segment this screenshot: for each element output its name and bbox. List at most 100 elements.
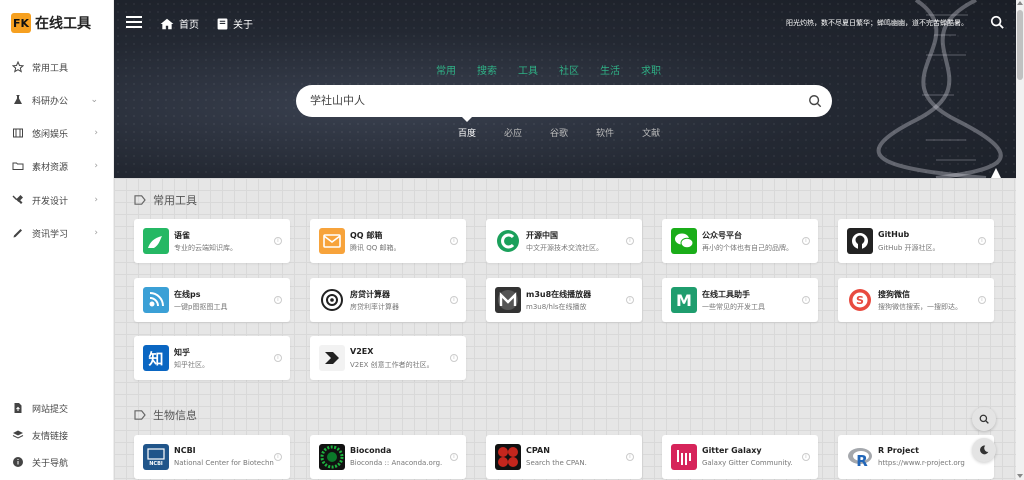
tool-card-online-ps[interactable]: 在线ps 一键p图抠图工具 i bbox=[134, 278, 290, 322]
sidebar-item-label: 素材资源 bbox=[32, 162, 69, 173]
tool-card-github[interactable]: GitHub GitHub 开源社区。 i bbox=[838, 219, 994, 263]
sidebar-item-dev-design[interactable]: 开发设计 › bbox=[0, 188, 114, 212]
card-desc: 一键p图抠图工具 bbox=[174, 303, 228, 311]
section-title-common-tools: 常用工具 bbox=[134, 192, 197, 208]
tool-card-r-project[interactable]: R R Project https://www.r-project.org i bbox=[838, 435, 994, 479]
info-icon[interactable]: i bbox=[450, 237, 458, 245]
tool-card-gitter-galaxy[interactable]: Gitter Galaxy Galaxy Gitter Community. i bbox=[662, 435, 818, 479]
card-title: 在线ps bbox=[174, 290, 201, 299]
tool-card-ncbi[interactable]: NCBI NCBI National Center for Biotechnol… bbox=[134, 435, 290, 479]
folder-icon bbox=[11, 159, 25, 173]
sidebar-item-about-nav[interactable]: 关于导航 bbox=[0, 450, 114, 474]
theme-toggle-button[interactable] bbox=[972, 438, 996, 462]
info-icon[interactable]: i bbox=[802, 237, 810, 245]
tool-card-mortgage-calc[interactable]: 房贷计算器 房贷利率计算器 i bbox=[310, 278, 466, 322]
tool-card-v2ex[interactable]: V2EX V2EX 创意工作者的社区。 i bbox=[310, 336, 466, 380]
tool-card-online-tool-helper[interactable]: M 在线工具助手 一些常见的开发工具 i bbox=[662, 278, 818, 322]
sidebar-item-friend-links[interactable]: 友情链接 bbox=[0, 423, 114, 447]
sidebar-item-research[interactable]: 科研办公 ⌄ bbox=[0, 88, 114, 112]
about-link[interactable]: 关于 bbox=[217, 16, 253, 31]
section-title-label: 常用工具 bbox=[153, 194, 197, 207]
info-icon[interactable]: i bbox=[274, 237, 282, 245]
sidebar-item-resources[interactable]: 素材资源 › bbox=[0, 154, 114, 178]
sidebar-item-entertainment[interactable]: 悠闲娱乐 › bbox=[0, 121, 114, 145]
info-icon[interactable]: i bbox=[450, 453, 458, 461]
section-title-bioinformatics: 生物信息 bbox=[134, 407, 197, 423]
home-icon bbox=[160, 18, 174, 29]
search-icon[interactable] bbox=[990, 15, 1004, 29]
engine-bing[interactable]: 必应 bbox=[504, 126, 522, 139]
scroll-thumb[interactable] bbox=[1017, 10, 1023, 80]
tool-card-qq-mail[interactable]: QQ 邮箱 腾讯 QQ 邮箱。 i bbox=[310, 219, 466, 263]
engine-google[interactable]: 谷歌 bbox=[550, 126, 568, 139]
mail-icon bbox=[319, 228, 345, 254]
sidebar-item-news-learning[interactable]: 资讯学习 › bbox=[0, 221, 114, 245]
tab-tools[interactable]: 工具 bbox=[518, 62, 538, 77]
search-submit-icon[interactable] bbox=[808, 94, 822, 108]
card-desc: 腾讯 QQ 邮箱。 bbox=[350, 244, 401, 252]
film-icon bbox=[11, 126, 25, 140]
tab-search[interactable]: 搜索 bbox=[477, 62, 497, 77]
info-icon[interactable]: i bbox=[450, 354, 458, 362]
tool-card-wechat-mp[interactable]: 公众号平台 再小的个体也有自己的品牌。 i bbox=[662, 219, 818, 263]
logo[interactable]: FK 在线工具 bbox=[0, 0, 113, 46]
info-icon[interactable]: i bbox=[802, 453, 810, 461]
tool-card-cpan[interactable]: CPAN Search the CPAN. i bbox=[486, 435, 642, 479]
page-scrollbar[interactable] bbox=[1016, 0, 1024, 480]
engine-baidu[interactable]: 百度 bbox=[458, 126, 476, 139]
home-link[interactable]: 首页 bbox=[160, 16, 199, 31]
card-desc: m3u8/hls在线播放 bbox=[526, 303, 587, 311]
tool-card-yuque[interactable]: 语雀 专业的云端知识库。 i bbox=[134, 219, 290, 263]
tab-common[interactable]: 常用 bbox=[436, 62, 456, 77]
tab-community[interactable]: 社区 bbox=[559, 62, 579, 77]
sidebar-item-submit-site[interactable]: 网站提交 bbox=[0, 396, 114, 420]
info-icon[interactable]: i bbox=[274, 296, 282, 304]
card-desc: 知乎社区。 bbox=[174, 361, 209, 369]
about-label: 关于 bbox=[233, 20, 253, 31]
site-name: 在线工具 bbox=[35, 16, 91, 32]
card-title: 语雀 bbox=[174, 231, 190, 240]
tool-card-oschina[interactable]: 开源中国 中文开源技术交流社区。 i bbox=[486, 219, 642, 263]
info-icon[interactable]: i bbox=[450, 296, 458, 304]
card-desc: Bioconda :: Anaconda.org. bbox=[350, 459, 443, 467]
tab-jobs[interactable]: 求职 bbox=[641, 62, 661, 77]
card-title: 房贷计算器 bbox=[350, 290, 390, 299]
active-engine-caret bbox=[462, 117, 472, 122]
tools-icon bbox=[11, 193, 25, 207]
info-icon[interactable]: i bbox=[978, 237, 986, 245]
tab-life[interactable]: 生活 bbox=[600, 62, 620, 77]
card-title: 知乎 bbox=[174, 348, 190, 357]
tool-card-sogou-wechat[interactable]: S 搜狗微信 搜狗微信搜索，一搜即达。 i bbox=[838, 278, 994, 322]
card-title: 公众号平台 bbox=[702, 231, 742, 240]
info-icon[interactable]: i bbox=[978, 296, 986, 304]
m3u8-icon bbox=[495, 287, 521, 313]
info-icon[interactable]: i bbox=[626, 296, 634, 304]
card-desc: 专业的云端知识库。 bbox=[174, 244, 237, 252]
info-icon[interactable]: i bbox=[274, 354, 282, 362]
info-icon[interactable]: i bbox=[626, 237, 634, 245]
scroll-down-arrow[interactable] bbox=[1017, 474, 1023, 478]
sidebar-item-label: 网站提交 bbox=[32, 404, 69, 415]
card-title: CPAN bbox=[526, 446, 550, 455]
info-icon[interactable]: i bbox=[626, 453, 634, 461]
chevron-down-icon: ⌄ bbox=[90, 95, 98, 105]
scroll-up-arrow[interactable] bbox=[1017, 1, 1023, 5]
card-desc: V2EX 创意工作者的社区。 bbox=[350, 361, 434, 369]
sidebar-item-common-tools[interactable]: 常用工具 bbox=[0, 55, 114, 79]
tool-card-bioconda[interactable]: Bioconda Bioconda :: Anaconda.org. i bbox=[310, 435, 466, 479]
tool-card-m3u8-player[interactable]: m3u8在线播放器 m3u8/hls在线播放 i bbox=[486, 278, 642, 322]
card-title: GitHub bbox=[878, 230, 910, 239]
zhihu-icon: 知 bbox=[143, 345, 169, 371]
sidebar-item-label: 开发设计 bbox=[32, 196, 69, 207]
svg-text:S: S bbox=[856, 294, 864, 307]
float-search-button[interactable] bbox=[972, 407, 996, 431]
engine-literature[interactable]: 文献 bbox=[642, 126, 660, 139]
info-icon[interactable]: i bbox=[274, 453, 282, 461]
menu-icon[interactable] bbox=[126, 15, 142, 29]
search-input[interactable] bbox=[310, 93, 790, 106]
engine-software[interactable]: 软件 bbox=[596, 126, 614, 139]
pencil-icon bbox=[11, 226, 25, 240]
sogou-icon: S bbox=[847, 287, 873, 313]
tool-card-zhihu[interactable]: 知 知乎 知乎社区。 i bbox=[134, 336, 290, 380]
info-icon[interactable]: i bbox=[802, 296, 810, 304]
